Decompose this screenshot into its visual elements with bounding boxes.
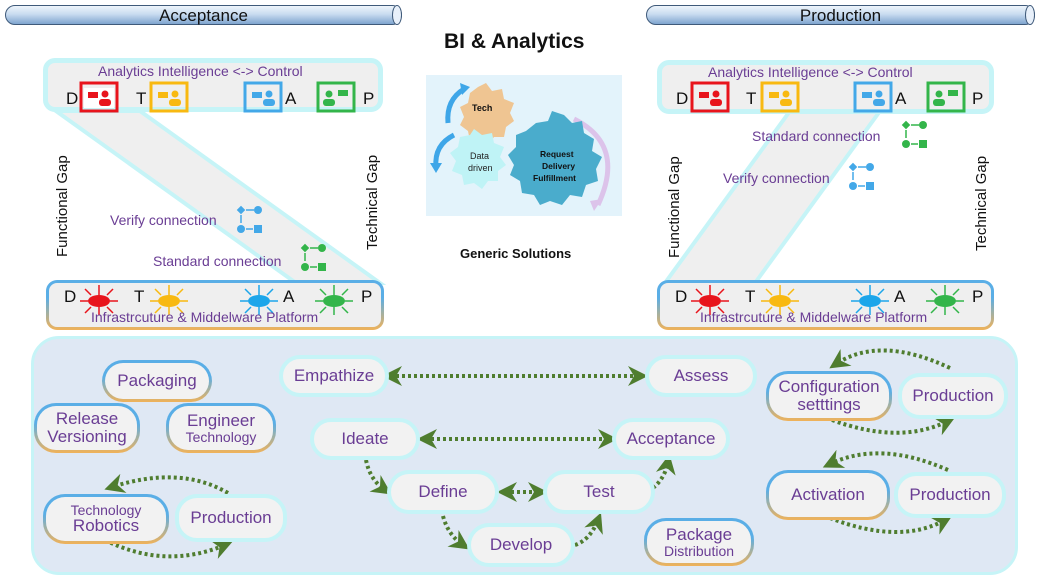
node-label: Release [55,409,119,429]
arrow-activation-to-production [829,516,952,535]
node-label: Engineer [186,410,256,430]
node-label: Package [665,524,733,544]
node-label: Production [190,508,272,528]
node-label: Packaging [117,371,197,391]
production-node-right-bottom[interactable]: Production [894,472,1006,518]
empathize-node[interactable]: Empathize [279,355,389,397]
technology-robotics-node[interactable]: Technology Robotics [43,494,169,544]
node-label: Ideate [341,429,389,449]
activation-node[interactable]: Activation [766,470,890,520]
node-label: Production [909,485,991,505]
acceptance-node[interactable]: Acceptance [612,418,730,460]
test-node[interactable]: Test [543,470,655,514]
define-node[interactable]: Define [387,470,499,514]
package-distribution-node[interactable]: Package Distribution [644,518,754,566]
node-label: Test [583,482,615,502]
production-node-left[interactable]: Production [175,494,287,542]
node-label: Activation [791,485,865,505]
node-label: Configuration [778,377,880,397]
release-versioning-node[interactable]: Release Versioning [34,403,140,453]
arrow-config-to-production [831,417,956,436]
assess-node[interactable]: Assess [645,355,757,397]
engineer-technology-node[interactable]: Engineer Technology [166,403,276,453]
arrow-production-to-robotics [104,473,230,495]
node-label: Define [418,482,468,502]
node-label: Empathize [293,366,375,386]
ideate-node[interactable]: Ideate [310,418,420,460]
arrow-define-develop [441,515,470,550]
arrow-develop-test [574,512,603,547]
node-label: Robotics [72,516,140,536]
arrow-production-to-activation [822,449,949,472]
node-label: Acceptance [626,429,716,449]
node-label: Assess [673,366,729,386]
develop-node[interactable]: Develop [467,523,575,567]
node-label: setttings [797,395,861,414]
production-node-right-top[interactable]: Production [898,373,1008,419]
configuration-settings-node[interactable]: Configuration setttings [766,371,892,421]
node-label: Production [912,386,994,406]
arrow-production-to-config [829,348,951,370]
node-label: Develop [489,535,553,555]
node-label: Technology [185,428,257,445]
node-label: Distribution [663,542,735,559]
packaging-node[interactable]: Packaging [102,360,212,402]
node-label: Versioning [47,427,127,446]
arrow-ideate-define [364,459,392,495]
node-label: Technology [70,501,142,518]
arrow-test-acceptance [651,454,676,490]
